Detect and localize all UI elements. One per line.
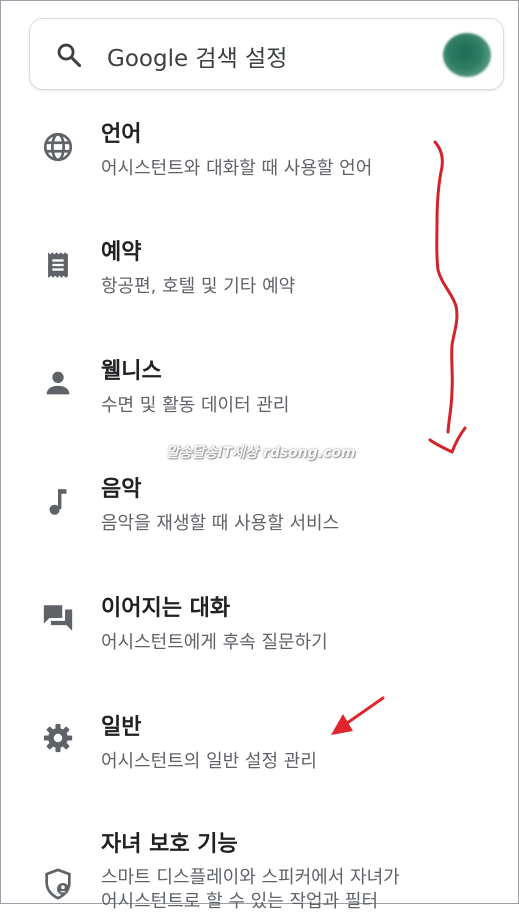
settings-item-title: 이어지는 대화 [101,596,231,621]
settings-item-subtitle: 스마트 디스플레이와 스피커에서 자녀가 [101,867,400,888]
shield-person-icon [41,867,75,901]
settings-item-title: 언어 [101,122,142,147]
settings-item-title: 자녀 보호 기능 [101,832,238,857]
settings-item-subtitle: 어시스턴트에게 후속 질문하기 [101,632,328,653]
settings-item-subtitle: 수면 및 활동 데이터 관리 [101,395,290,416]
search-icon[interactable] [55,41,83,69]
settings-item-subtitle: 항공편, 호텔 및 기타 예약 [101,276,296,297]
settings-item-continued-conversation[interactable]: 이어지는 대화 어시스턴트에게 후속 질문하기 [0,584,519,684]
settings-item-subtitle: 음악을 재생할 때 사용할 서비스 [101,513,340,534]
person-icon [41,366,75,400]
settings-item-title: 웰니스 [101,359,162,384]
settings-item-reservations[interactable]: 예약 항공편, 호텔 및 기타 예약 [0,228,519,328]
settings-item-music[interactable]: 음악 음악을 재생할 때 사용할 서비스 [0,465,519,565]
settings-item-wellness[interactable]: 웰니스 수면 및 활동 데이터 관리 [0,347,519,447]
search-bar[interactable]: Google 검색 설정 [29,18,504,90]
gear-icon [41,721,75,755]
settings-item-title: 일반 [101,715,142,740]
settings-item-subtitle: 어시스턴트와 대화할 때 사용할 언어 [101,158,373,179]
settings-item-subtitle: 어시스턴트의 일반 설정 관리 [101,751,317,772]
settings-item-parental-controls[interactable]: 자녀 보호 기능 스마트 디스플레이와 스피커에서 자녀가 어시스턴트로 할 수… [0,821,519,912]
settings-item-title: 예약 [101,240,142,265]
music-note-icon [41,485,75,519]
search-placeholder[interactable]: Google 검색 설정 [107,39,287,73]
watermark: 알송달송IT세상 rdsong.com [166,445,356,461]
receipt-icon [41,248,75,282]
settings-item-title: 음악 [101,477,142,502]
settings-item-language[interactable]: 언어 어시스턴트와 대화할 때 사용할 언어 [0,110,519,210]
globe-icon [41,130,75,164]
settings-item-general[interactable]: 일반 어시스턴트의 일반 설정 관리 [0,703,519,803]
settings-item-subtitle-line2: 어시스턴트로 할 수 있는 작업과 필터 [101,891,379,912]
avatar[interactable] [443,33,491,77]
chat-bubbles-icon [41,601,75,635]
